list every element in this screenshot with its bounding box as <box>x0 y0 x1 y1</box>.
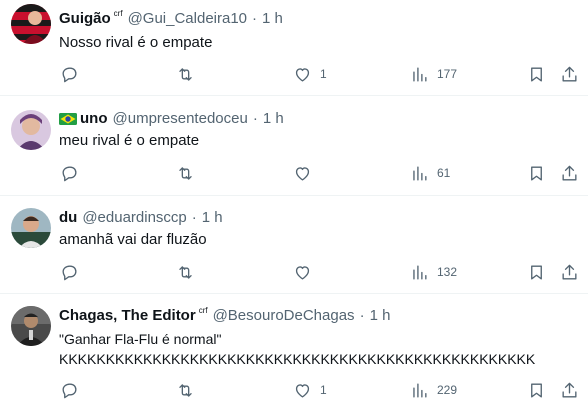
retweet-button[interactable] <box>176 162 203 184</box>
separator-dot: · <box>191 209 197 226</box>
bookmark-icon <box>531 264 542 280</box>
display-name[interactable]: uno <box>80 110 108 128</box>
like-count: 1 <box>320 67 327 81</box>
user-handle[interactable]: @umpresentedoceu <box>113 110 248 128</box>
views-icon <box>413 264 427 280</box>
avatar[interactable] <box>11 306 51 346</box>
bookmark-button[interactable] <box>527 261 546 283</box>
display-name[interactable]: Chagas, The Editor <box>59 307 196 325</box>
bookmark-icon <box>531 165 542 181</box>
separator-dot: · <box>359 307 365 324</box>
bookmark-button[interactable] <box>527 162 546 184</box>
views-icon <box>413 66 427 82</box>
like-button[interactable] <box>293 162 320 184</box>
share-icon <box>562 264 577 280</box>
tweet-header: uno @umpresentedoceu · 1 h <box>59 110 284 128</box>
avatar-image <box>11 208 51 248</box>
share-icon <box>562 66 577 82</box>
reply-button[interactable] <box>60 261 87 283</box>
heart-icon <box>295 166 310 181</box>
tweet[interactable]: Guigão crf @Gui_Caldeira10 · 1 h Nosso r… <box>0 0 588 96</box>
user-handle[interactable]: @eduardinsccp <box>82 209 186 227</box>
retweet-button[interactable] <box>176 261 203 283</box>
views-button[interactable]: 61 <box>410 162 450 184</box>
reply-icon <box>62 165 77 181</box>
views-icon <box>413 165 427 181</box>
display-name[interactable]: du <box>59 209 77 227</box>
avatar-image <box>11 306 51 346</box>
user-handle[interactable]: @Gui_Caldeira10 <box>128 10 247 28</box>
tweet-header: Guigão crf @Gui_Caldeira10 · 1 h <box>59 9 283 28</box>
bookmark-icon <box>531 66 542 82</box>
bookmark-button[interactable] <box>527 379 546 401</box>
reply-icon <box>62 264 77 280</box>
retweet-icon <box>179 67 192 81</box>
views-button[interactable]: 229 <box>410 379 457 401</box>
tweet-text: amanhã vai dar fluzão <box>59 231 207 248</box>
avatar[interactable] <box>11 110 51 150</box>
bookmark-button[interactable] <box>527 63 546 85</box>
tweet[interactable]: du @eduardinsccp · 1 h amanhã vai dar fl… <box>0 196 588 294</box>
share-button[interactable] <box>560 63 579 85</box>
retweet-icon <box>179 265 192 279</box>
tweet-header: du @eduardinsccp · 1 h <box>59 209 223 227</box>
tweet-actions: 1 177 <box>0 63 588 85</box>
user-handle[interactable]: @BesouroDeChagas <box>213 307 355 325</box>
avatar[interactable] <box>11 208 51 248</box>
share-button[interactable] <box>560 162 579 184</box>
tweet[interactable]: uno @umpresentedoceu · 1 h meu rival é o… <box>0 96 588 196</box>
retweet-button[interactable] <box>176 379 203 401</box>
timestamp[interactable]: 1 h <box>370 307 391 325</box>
crf-badge: crf <box>113 9 123 18</box>
share-button[interactable] <box>560 261 579 283</box>
like-button[interactable]: 1 <box>293 63 327 85</box>
heart-icon <box>295 383 310 398</box>
heart-icon <box>295 67 310 82</box>
share-icon <box>562 382 577 398</box>
timestamp[interactable]: 1 h <box>262 10 283 28</box>
tweet-actions: 61 <box>0 162 588 184</box>
retweet-icon <box>179 383 192 397</box>
crf-badge: crf <box>198 306 208 315</box>
reply-icon <box>62 66 77 82</box>
separator-dot: · <box>252 110 258 127</box>
share-icon <box>562 165 577 181</box>
views-count: 177 <box>437 67 458 81</box>
tweet-text: meu rival é o empate <box>59 132 200 149</box>
bookmark-icon <box>531 382 542 398</box>
views-button[interactable]: 177 <box>410 63 457 85</box>
like-button[interactable]: 1 <box>293 379 327 401</box>
like-button[interactable] <box>293 261 320 283</box>
timestamp[interactable]: 1 h <box>202 209 223 227</box>
tweet-actions: 132 <box>0 261 588 283</box>
tweet-text: "Ganhar Fla-Flu é normal" KKKKKKKKKKKKKK… <box>59 331 536 367</box>
tweet-text: Nosso rival é o empate <box>59 34 213 51</box>
reply-button[interactable] <box>60 63 87 85</box>
display-name[interactable]: Guigão <box>59 10 111 28</box>
retweet-icon <box>179 166 192 180</box>
separator-dot: · <box>252 10 258 27</box>
reply-button[interactable] <box>60 162 87 184</box>
views-count: 61 <box>437 166 451 180</box>
avatar-image <box>11 4 51 44</box>
tweet-header: Chagas, The Editor crf @BesouroDeChagas … <box>59 306 391 325</box>
brazil-flag-icon <box>59 113 77 125</box>
retweet-button[interactable] <box>176 63 203 85</box>
views-button[interactable]: 132 <box>410 261 457 283</box>
like-count: 1 <box>320 383 327 397</box>
tweet-actions: 1 229 <box>0 379 588 401</box>
share-button[interactable] <box>560 379 579 401</box>
reply-button[interactable] <box>60 379 87 401</box>
views-icon <box>413 382 427 398</box>
views-count: 229 <box>437 383 458 397</box>
tweet[interactable]: Chagas, The Editor crf @BesouroDeChagas … <box>0 294 588 411</box>
reply-icon <box>62 382 77 398</box>
avatar-image <box>11 110 51 150</box>
heart-icon <box>295 265 310 280</box>
views-count: 132 <box>437 265 458 279</box>
avatar[interactable] <box>11 4 51 44</box>
timestamp[interactable]: 1 h <box>263 110 284 128</box>
